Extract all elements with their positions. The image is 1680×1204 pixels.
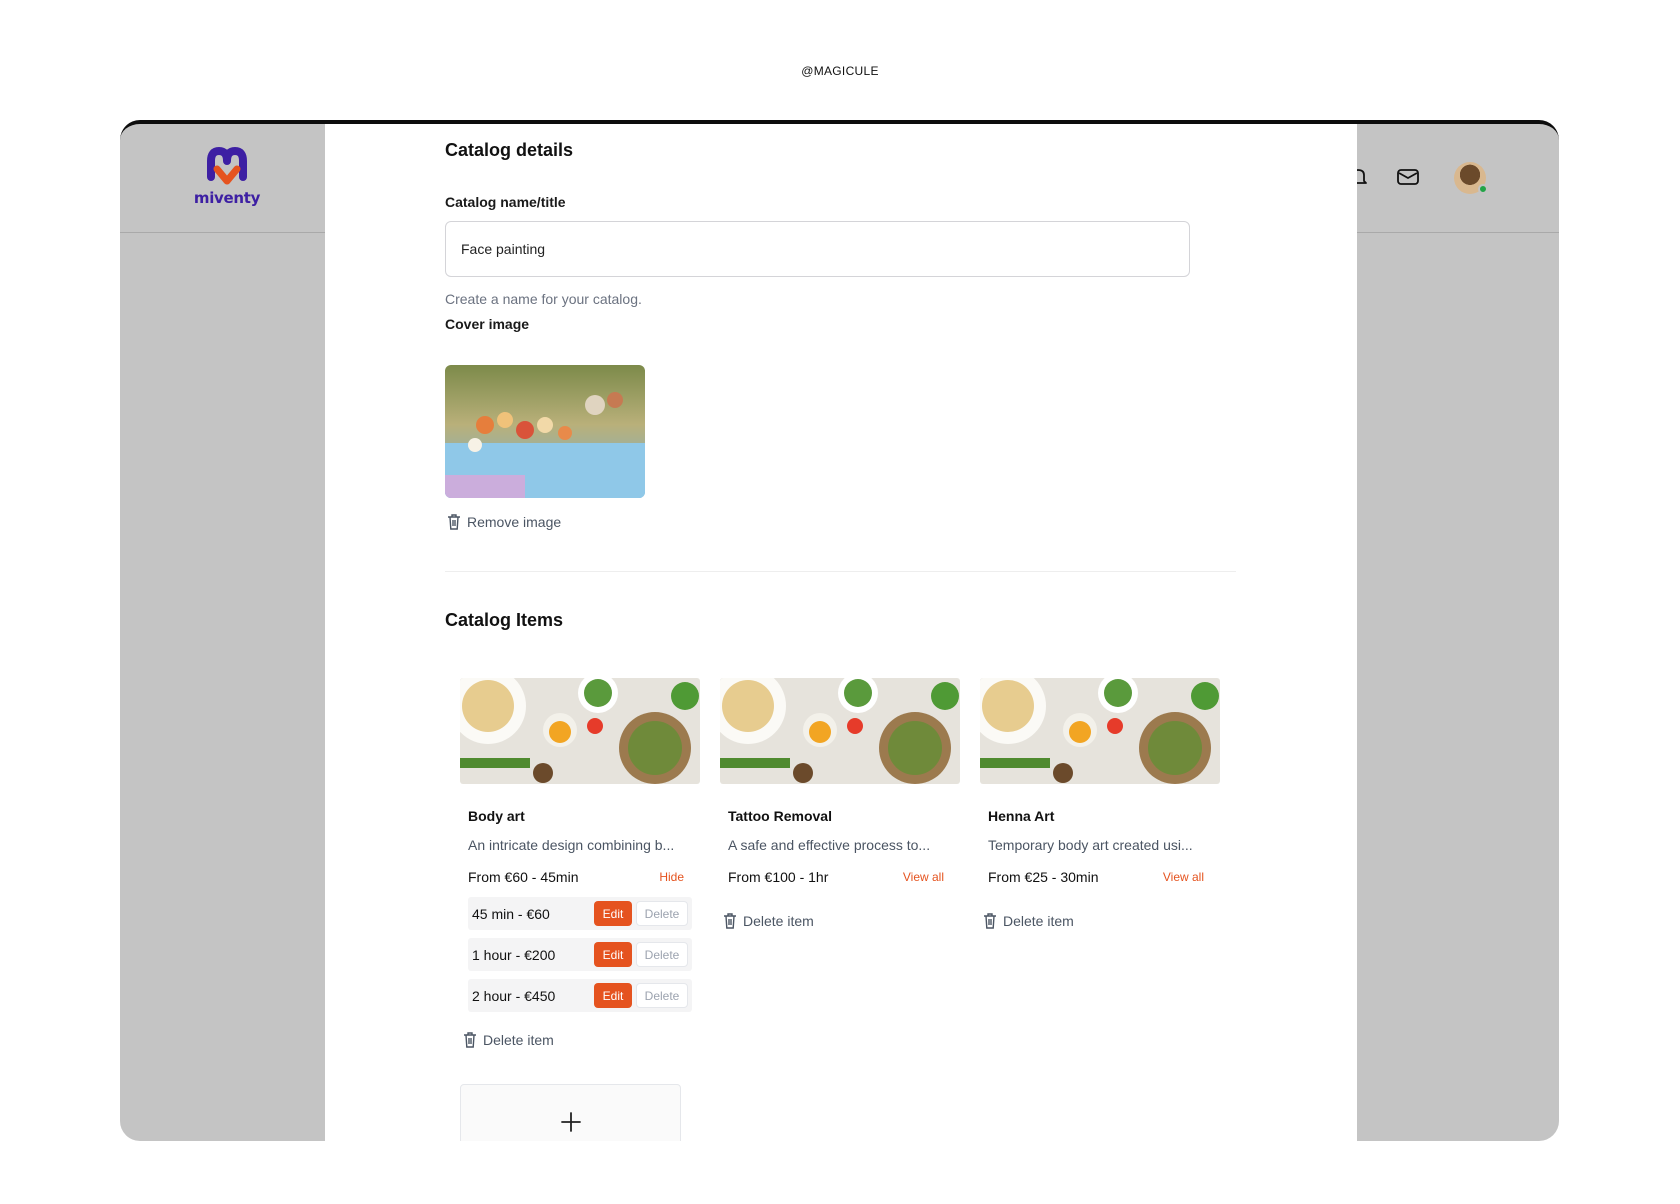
delete-item-label: Delete item <box>1003 913 1074 929</box>
delete-item-button[interactable]: Delete item <box>463 1032 700 1048</box>
item-price: From €100 - 1hr <box>728 869 829 885</box>
cover-image-label: Cover image <box>445 316 530 332</box>
delete-item-button[interactable]: Delete item <box>723 913 960 929</box>
view-all-link[interactable]: View all <box>903 870 944 884</box>
item-title: Henna Art <box>988 808 1055 824</box>
catalog-name-input[interactable] <box>445 221 1190 277</box>
option-label: 45 min - €60 <box>472 905 550 922</box>
catalog-name-label: Catalog name/title <box>445 194 566 210</box>
catalog-details-heading: Catalog details <box>445 140 574 160</box>
online-status-dot <box>1478 184 1488 194</box>
delete-item-label: Delete item <box>743 913 814 929</box>
brand-logo[interactable]: miventy <box>190 147 264 213</box>
option-label: 2 hour - €450 <box>472 987 556 1004</box>
item-options-list: 45 min - €60 Edit Delete 1 hour - €200 E… <box>468 897 692 1012</box>
add-item-button[interactable] <box>460 1084 681 1141</box>
remove-image-label: Remove image <box>467 514 562 530</box>
item-image[interactable] <box>460 678 700 784</box>
option-row: 45 min - €60 Edit Delete <box>468 897 692 930</box>
hide-options-link[interactable]: Hide <box>659 870 684 884</box>
plus-icon <box>560 1112 581 1132</box>
edit-option-button[interactable]: Edit <box>594 901 632 926</box>
item-price: From €60 - 45min <box>468 869 579 885</box>
credit-label: @MAGICULE <box>801 64 879 78</box>
catalog-name-hint: Create a name for your catalog. <box>445 291 642 307</box>
cover-image[interactable] <box>445 365 645 498</box>
edit-option-button[interactable]: Edit <box>594 983 632 1008</box>
item-description: A safe and effective process to... <box>728 837 931 853</box>
delete-option-button[interactable]: Delete <box>636 942 688 967</box>
item-price: From €25 - 30min <box>988 869 1099 885</box>
edit-option-button[interactable]: Edit <box>594 942 632 967</box>
option-row: 1 hour - €200 Edit Delete <box>468 938 692 971</box>
delete-option-button[interactable]: Delete <box>636 983 688 1008</box>
catalog-item-card: Body art An intricate design combining b… <box>460 678 700 1048</box>
trash-icon <box>984 913 996 929</box>
item-description: Temporary body art created usi... <box>988 837 1193 853</box>
catalog-items-heading: Catalog Items <box>445 610 564 630</box>
catalog-item-card: Henna Art Temporary body art created usi… <box>980 678 1220 929</box>
view-all-link[interactable]: View all <box>1163 870 1204 884</box>
catalog-panel: Catalog details Catalog name/title Creat… <box>325 124 1357 1141</box>
app-window: miventy Catalog details Catalog name/tit… <box>120 120 1559 1141</box>
delete-item-label: Delete item <box>483 1032 554 1048</box>
trash-icon <box>724 913 736 929</box>
remove-image-button[interactable]: Remove image <box>447 514 561 530</box>
mail-icon[interactable] <box>1395 164 1421 190</box>
item-description: An intricate design combining b... <box>468 837 675 853</box>
delete-item-button[interactable]: Delete item <box>983 913 1220 929</box>
option-row: 2 hour - €450 Edit Delete <box>468 979 692 1012</box>
trash-icon <box>448 514 460 530</box>
item-title: Tattoo Removal <box>728 808 832 824</box>
option-label: 1 hour - €200 <box>472 946 556 963</box>
item-image[interactable] <box>720 678 960 784</box>
item-image[interactable] <box>980 678 1220 784</box>
user-avatar[interactable] <box>1454 162 1488 194</box>
section-divider <box>445 571 1236 572</box>
brand-name: miventy <box>193 189 261 207</box>
catalog-item-card: Tattoo Removal A safe and effective proc… <box>720 678 960 929</box>
item-title: Body art <box>468 808 525 824</box>
delete-option-button[interactable]: Delete <box>636 901 688 926</box>
logo-mark-icon <box>207 147 247 185</box>
trash-icon <box>464 1032 476 1048</box>
